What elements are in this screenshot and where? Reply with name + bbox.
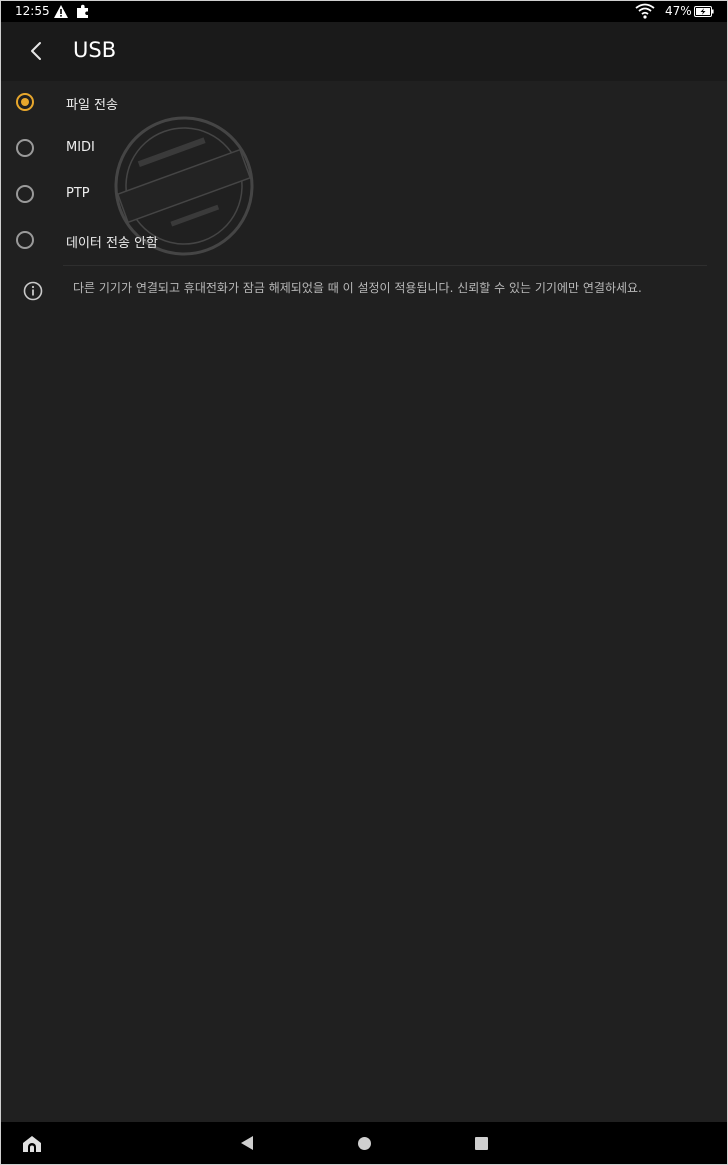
- puzzle-icon: [77, 4, 88, 18]
- device-screen: 12:55 47% USB 파일 전송 MIDI PTP 데이터 전송 안함 다…: [1, 1, 727, 1164]
- watermark-stamp-icon: [114, 116, 254, 256]
- status-time: 12:55: [15, 4, 50, 18]
- status-bar: 12:55 47%: [1, 1, 727, 22]
- radio-button[interactable]: [16, 139, 34, 157]
- divider: [63, 265, 707, 266]
- back-arrow-icon[interactable]: [21, 36, 51, 66]
- option-label: MIDI: [66, 140, 95, 155]
- info-text: 다른 기기가 연결되고 휴대전화가 잠금 해제되었을 때 이 설정이 적용됩니다…: [73, 281, 642, 295]
- home-app-icon[interactable]: [21, 1134, 43, 1154]
- app-bar: USB: [1, 22, 727, 81]
- info-icon: [23, 281, 43, 301]
- warning-icon: [54, 5, 68, 18]
- radio-button[interactable]: [16, 185, 34, 203]
- recents-icon[interactable]: [475, 1137, 488, 1150]
- wifi-icon: [635, 3, 655, 19]
- radio-button-selected[interactable]: [16, 93, 34, 111]
- navigation-bar: [1, 1122, 727, 1164]
- page-title: USB: [73, 38, 117, 62]
- battery-charging-icon: [694, 6, 714, 17]
- home-icon[interactable]: [358, 1137, 371, 1150]
- battery-percent: 47%: [665, 4, 692, 18]
- radio-button[interactable]: [16, 231, 34, 249]
- option-label: PTP: [66, 186, 90, 201]
- back-icon[interactable]: [239, 1135, 255, 1151]
